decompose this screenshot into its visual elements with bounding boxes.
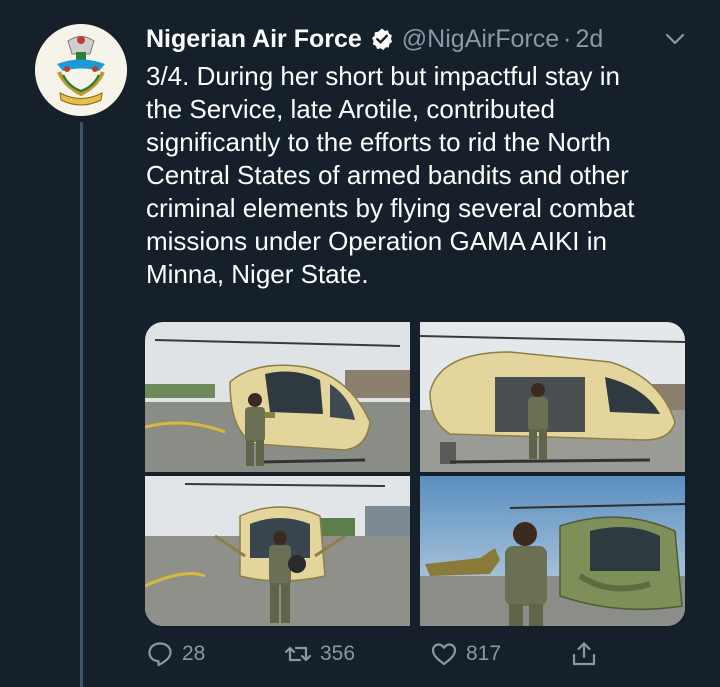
reply-button[interactable]: 28: [146, 640, 205, 668]
helicopter-photo-image: [420, 322, 685, 472]
like-button[interactable]: 817: [430, 640, 501, 668]
media-grid: [145, 322, 685, 626]
retweet-button[interactable]: 356: [284, 640, 355, 668]
media-photo-3[interactable]: [145, 476, 410, 626]
tweet-text-line: significantly to the efforts to rid the …: [146, 127, 611, 157]
tweet-text-line: the Service, late Arotile, contributed: [146, 94, 556, 124]
media-photo-1[interactable]: [145, 322, 410, 472]
tweet-text-line: missions under Operation GAMA AIKI in: [146, 226, 607, 256]
helicopter-photo-image: [145, 322, 410, 472]
author-handle[interactable]: @NigAirForce: [402, 25, 559, 54]
media-photo-2[interactable]: [420, 322, 685, 472]
tweet-text-line: criminal elements by flying several comb…: [146, 193, 635, 223]
separator-dot: ·: [563, 24, 572, 53]
media-photo-4[interactable]: [420, 476, 685, 626]
reply-icon: [148, 642, 172, 667]
share-button[interactable]: [570, 640, 598, 668]
avatar[interactable]: [35, 24, 127, 116]
tweet-text-line: 3/4. During her short but impactful stay…: [146, 61, 621, 91]
retweet-count: 356: [320, 642, 356, 665]
tweet-actions: 28 356 817: [146, 640, 616, 676]
thread-connector-line: [80, 122, 83, 687]
tweet-header: Nigerian Air Force @NigAirForce · 2d: [146, 22, 700, 56]
helicopter-photo-image: [420, 476, 685, 626]
tweet-text: 3/4. During her short but impactful stay…: [146, 60, 691, 291]
chevron-down-icon[interactable]: [664, 30, 686, 48]
retweet-icon: [284, 646, 312, 662]
helicopter-photo-image: [145, 476, 410, 626]
tweet-text-line: Minna, Niger State.: [146, 259, 369, 289]
nigerian-air-force-crest-icon: [35, 24, 127, 116]
verified-badge-icon: [371, 28, 392, 51]
share-icon: [572, 642, 596, 666]
like-count: 817: [466, 642, 502, 665]
heart-icon: [431, 643, 457, 666]
tweet-text-line: Central States of armed bandits and othe…: [146, 160, 629, 190]
tweet-timestamp[interactable]: 2d: [575, 25, 603, 54]
reply-count: 28: [182, 642, 206, 665]
author-name[interactable]: Nigerian Air Force: [146, 25, 362, 54]
